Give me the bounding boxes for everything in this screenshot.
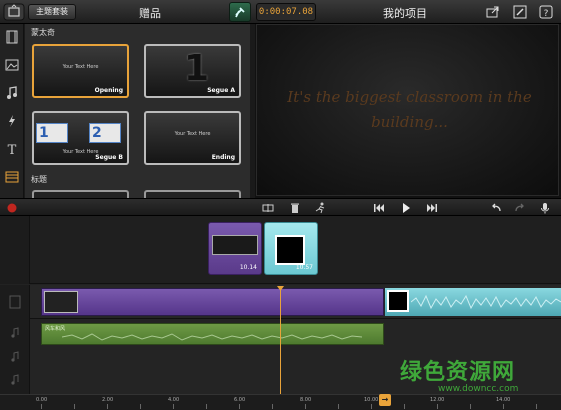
preview-caption: It's the biggest classroom in the buildi…	[287, 88, 532, 131]
track-gutter	[0, 285, 30, 319]
preview-pane: It's the biggest classroom in the buildi…	[255, 24, 561, 198]
title-clip-purple[interactable]: 10.14	[208, 222, 262, 275]
microphone-icon[interactable]	[539, 202, 551, 214]
theme-thumb-ending[interactable]: Your Text Here Ending	[144, 111, 241, 165]
title-clip-cyan[interactable]: 10.57	[264, 222, 318, 275]
media-type-toolbar: T	[0, 24, 24, 198]
ruler-label: 12.00	[430, 397, 445, 403]
record-icon[interactable]	[6, 202, 18, 214]
ruler-label: 2.00	[102, 397, 114, 403]
text-icon[interactable]: T	[5, 142, 19, 156]
play-icon[interactable]	[400, 202, 412, 214]
thumb-inner-text: Your Text Here	[174, 131, 211, 137]
theme-browser: 蒙太奇 Your Text Here Opening 1 Segue A 1 2…	[25, 24, 250, 198]
audio-waveform	[62, 333, 362, 341]
clip-thumbnail	[212, 235, 258, 255]
thumb-inner-text: Your Text Here	[62, 64, 99, 70]
segue-box-2: 2	[89, 123, 121, 143]
clip-thumbnail	[44, 291, 78, 313]
pin-icon	[235, 7, 245, 18]
skip-forward-icon[interactable]	[426, 202, 438, 214]
video-clip-purple[interactable]	[41, 288, 384, 316]
themes-icon[interactable]	[5, 170, 19, 184]
watermark: 绿色资源网 www.downcc.com	[400, 354, 550, 394]
speed-runner-icon[interactable]	[314, 202, 326, 214]
gift-title: 赠品	[139, 7, 161, 20]
clip-duration: 10.57	[295, 264, 313, 271]
playback-control-bar	[0, 198, 561, 216]
video-icon[interactable]	[5, 30, 19, 44]
trash-icon[interactable]	[289, 202, 301, 214]
waveform	[411, 294, 561, 310]
title-clip-track: 10.14 10.57	[0, 216, 561, 284]
timecode-display: 0:00:07.08	[256, 3, 316, 21]
help-icon[interactable]: ?	[539, 5, 553, 19]
audio-clip[interactable]: 风车和风	[41, 323, 384, 345]
watermark-text: 绿色资源网	[400, 360, 516, 385]
redo-icon[interactable]	[514, 202, 526, 214]
ruler-label: 10.00	[364, 397, 379, 403]
music-note-icon	[11, 351, 19, 362]
track-gutter	[0, 319, 30, 394]
ruler-label: 8.00	[300, 397, 312, 403]
back-icon[interactable]	[3, 3, 25, 21]
undo-icon[interactable]	[490, 202, 502, 214]
edit-icon[interactable]	[513, 5, 527, 19]
theme-thumb-segue-b[interactable]: 1 2 Your Text Here Segue B	[32, 111, 129, 165]
effects-icon[interactable]	[5, 114, 19, 128]
share-icon[interactable]	[486, 5, 500, 19]
project-title: 我的项目	[383, 7, 427, 20]
music-note-icon	[11, 374, 19, 385]
clip-thumbnail	[275, 235, 305, 265]
photo-icon[interactable]	[5, 58, 19, 72]
music-icon[interactable]	[5, 86, 19, 100]
video-clip-cyan[interactable]	[385, 288, 561, 316]
themes-button[interactable]: 主题套装	[28, 4, 76, 20]
thumb-number: 1	[184, 48, 210, 89]
ruler-label: 14.00	[496, 397, 511, 403]
film-icon	[9, 295, 21, 309]
title-thumb-partial[interactable]	[32, 190, 129, 198]
clip-duration: 10.14	[239, 264, 257, 271]
thumb-name: Ending	[211, 154, 235, 161]
svg-text:?: ?	[544, 9, 549, 19]
ruler-label: 6.00	[234, 397, 246, 403]
preview-frame[interactable]: It's the biggest classroom in the buildi…	[256, 24, 559, 196]
thumb-name: Opening	[94, 87, 123, 94]
end-marker[interactable]: →	[379, 394, 391, 406]
ruler-label: 0.00	[36, 397, 48, 403]
track-gutter	[0, 216, 30, 284]
theme-thumb-segue-a[interactable]: 1 Segue A	[144, 44, 241, 98]
thumb-name: Segue A	[207, 87, 235, 94]
time-ruler: 0.00 2.00 4.00 6.00 8.00 10.00 12.00 14.…	[0, 394, 561, 410]
music-note-icon	[11, 327, 19, 338]
titles-section-label: 标题	[31, 175, 47, 184]
export-button[interactable]	[229, 2, 251, 22]
playhead[interactable]	[280, 288, 281, 394]
montage-section-label: 蒙太奇	[31, 28, 55, 37]
ruler-label: 4.00	[168, 397, 180, 403]
title-thumb-partial[interactable]	[144, 190, 241, 198]
segue-box-1: 1	[36, 123, 68, 143]
clip-thumbnail	[387, 290, 409, 312]
thumb-name: Segue B	[95, 154, 123, 161]
theme-thumb-opening[interactable]: Your Text Here Opening	[32, 44, 129, 98]
split-clip-icon[interactable]	[262, 202, 274, 214]
skip-back-icon[interactable]	[373, 202, 385, 214]
top-bar: 主题套装 赠品 0:00:07.08 我的项目 ?	[0, 0, 561, 24]
svg-text:T: T	[8, 143, 17, 156]
